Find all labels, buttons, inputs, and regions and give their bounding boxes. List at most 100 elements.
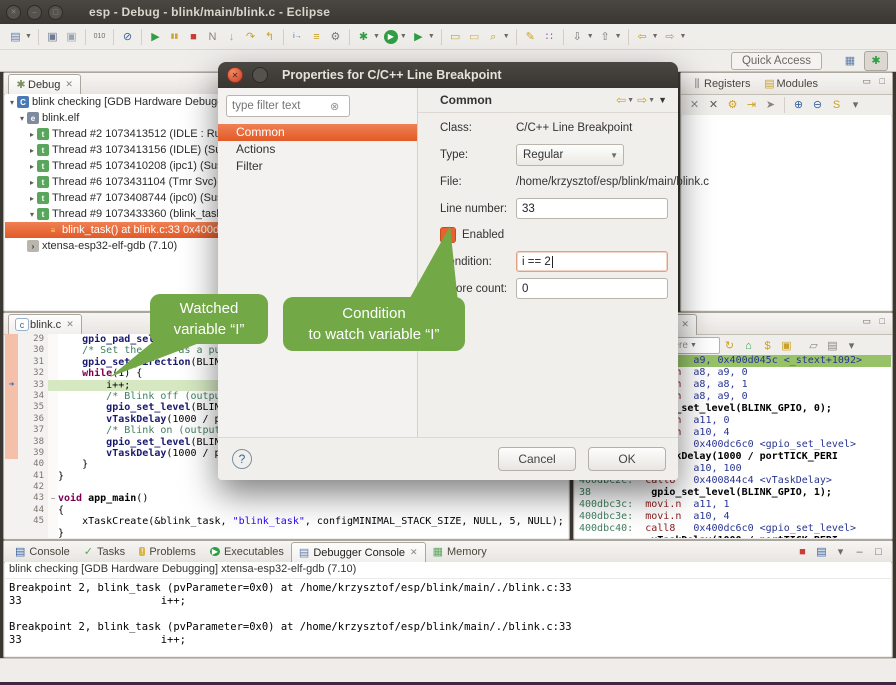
tab-registers[interactable]: ⫼ Registers: [685, 74, 757, 94]
enabled-checkbox[interactable]: ✓: [440, 227, 456, 243]
ignore-count-input[interactable]: 0: [516, 278, 668, 299]
debug-tree-item[interactable]: ▸tThread #6 1073431104 (Tmr Svc) (Suspen…: [5, 174, 220, 190]
register-groups-icon[interactable]: ⚙: [724, 97, 741, 113]
dialog-close-button[interactable]: ✕: [227, 67, 243, 83]
debug-icon[interactable]: ✱: [355, 29, 372, 45]
filter-input[interactable]: [227, 99, 330, 113]
pin-editor-icon[interactable]: ∷: [541, 29, 558, 45]
import-registers-icon[interactable]: ⇥: [743, 97, 760, 113]
debug-tree-item[interactable]: ▸tThread #7 1073408744 (ipc0) (Suspended…: [5, 190, 220, 206]
disconnect-icon[interactable]: N: [204, 29, 221, 45]
add-group-icon[interactable]: ⊕: [790, 97, 807, 113]
minimize-icon[interactable]: –: [851, 544, 868, 560]
help-button[interactable]: ?: [232, 449, 252, 469]
debug-tree-item[interactable]: ▸tThread #3 1073413156 (IDLE) (Suspended…: [5, 142, 220, 158]
remove-all-icon[interactable]: ✕: [705, 97, 722, 113]
open-element-icon[interactable]: ▭: [447, 29, 464, 45]
forward-icon[interactable]: ⇨: [637, 93, 648, 107]
forward-icon-dropdown[interactable]: ▼: [680, 33, 687, 40]
remove-group-icon[interactable]: ⊖: [809, 97, 826, 113]
window-maximize-button[interactable]: ▢: [48, 5, 63, 20]
expander-icon[interactable]: ▾: [17, 114, 27, 123]
previous-annotation-icon[interactable]: ⇧: [597, 29, 614, 45]
debug-perspective-icon[interactable]: ✱: [864, 51, 888, 71]
debug-tree-item[interactable]: ▾tThread #9 1073433360 (blink_task : Sus…: [5, 206, 220, 222]
mark-occurrences-icon[interactable]: ✎: [522, 29, 539, 45]
display-console-icon[interactable]: ▤: [813, 544, 830, 560]
tab-debugger-console[interactable]: ▤Debugger Console✕: [291, 542, 426, 563]
step-over-icon[interactable]: ↷: [242, 29, 259, 45]
close-tab-icon[interactable]: ✕: [681, 319, 689, 330]
console-output[interactable]: Breakpoint 2, blink_task (pvParameter=0x…: [5, 579, 891, 647]
console-dd-icon[interactable]: ▾: [832, 544, 849, 560]
back-dropdown-icon[interactable]: ▼: [627, 97, 635, 104]
expander-icon[interactable]: ▾: [27, 210, 37, 219]
debug-tree-item[interactable]: ▾eblink.elf: [5, 110, 220, 126]
close-tab-icon[interactable]: ✕: [410, 547, 418, 558]
minimize-maximize-icons[interactable]: ▭ □: [863, 316, 888, 327]
dialog-minimize-button[interactable]: [252, 67, 268, 83]
select-icon[interactable]: ➤: [762, 97, 779, 113]
ok-button[interactable]: OK: [588, 447, 666, 471]
type-select[interactable]: Regular ▼: [516, 144, 624, 166]
expander-icon[interactable]: ▸: [27, 162, 37, 171]
debug-tree-item[interactable]: ▸tThread #5 1073410208 (ipc1) (Suspended…: [5, 158, 220, 174]
view-menu-icon[interactable]: ▼: [658, 95, 668, 105]
next-annotation-icon[interactable]: ⇩: [569, 29, 586, 45]
forward-icon[interactable]: ⇨: [662, 29, 679, 45]
back-icon[interactable]: ⇦: [616, 93, 627, 107]
quick-access-button[interactable]: Quick Access: [731, 52, 822, 70]
forward-dropdown-icon[interactable]: ▼: [648, 97, 656, 104]
open-perspective-icon[interactable]: ▦: [839, 52, 861, 70]
new-wizard-icon[interactable]: ▤: [7, 29, 24, 45]
run-icon-dropdown[interactable]: ▼: [400, 33, 407, 40]
window-minimize-button[interactable]: –: [27, 5, 42, 20]
search-icon-dropdown[interactable]: ▼: [503, 33, 510, 40]
external-tools-icon[interactable]: ▶: [410, 29, 427, 45]
dialog-nav-common[interactable]: Common: [218, 124, 417, 141]
fold-icon[interactable]: −: [48, 493, 58, 504]
save-icon[interactable]: ▣: [44, 29, 61, 45]
terminate-icon[interactable]: ■: [185, 29, 202, 45]
cancel-button[interactable]: Cancel: [498, 447, 576, 471]
step-return-icon[interactable]: ↰: [261, 29, 278, 45]
new-wizard-icon-dropdown[interactable]: ▼: [25, 33, 32, 40]
previous-annotation-icon-dropdown[interactable]: ▼: [615, 33, 622, 40]
search-icon[interactable]: ⌕: [485, 29, 502, 45]
run-icon[interactable]: ▶: [384, 30, 398, 44]
tab-memory[interactable]: ▦Memory: [426, 542, 494, 562]
restore-groups-icon[interactable]: S: [828, 97, 845, 113]
breakpoint-pointer-icon[interactable]: ➜: [5, 380, 18, 391]
clear-filter-icon[interactable]: ⊗: [330, 100, 339, 113]
debug-tree-item[interactable]: ›xtensa-esp32-elf-gdb (7.10): [5, 238, 220, 254]
step-filters-icon[interactable]: ⚙: [327, 29, 344, 45]
view-menu-icon[interactable]: ▾: [843, 338, 860, 354]
drop-to-frame-icon[interactable]: ≡: [308, 29, 325, 45]
pin-view-icon[interactable]: ▤: [824, 338, 841, 354]
refresh-icon[interactable]: ↻: [721, 338, 738, 354]
next-annotation-icon-dropdown[interactable]: ▼: [587, 33, 594, 40]
debug-tree-item[interactable]: ≡blink_task() at blink.c:33 0x400dbc19: [5, 222, 220, 238]
terminate-console-icon[interactable]: ■: [794, 544, 811, 560]
dialog-nav-actions[interactable]: Actions: [218, 141, 417, 158]
back-icon[interactable]: ⇦: [634, 29, 651, 45]
expander-icon[interactable]: ▸: [27, 178, 37, 187]
condition-input[interactable]: i == 2: [516, 251, 668, 272]
close-tab-icon[interactable]: ✕: [66, 319, 74, 330]
expander-icon[interactable]: ▸: [27, 130, 37, 139]
home-icon[interactable]: ⌂: [740, 338, 757, 354]
line-number-input[interactable]: 33: [516, 198, 668, 219]
minimize-maximize-icons[interactable]: ▭ □: [863, 76, 888, 87]
new-view-icon[interactable]: ▱: [805, 338, 822, 354]
debug-tree-item[interactable]: ▾Cblink checking [GDB Hardware Debugging…: [5, 94, 220, 110]
expander-icon[interactable]: ▸: [27, 146, 37, 155]
suspend-icon[interactable]: ▮▮: [166, 29, 183, 45]
back-icon-dropdown[interactable]: ▼: [652, 33, 659, 40]
resume-icon[interactable]: ▶: [147, 29, 164, 45]
view-menu-icon[interactable]: ▾: [847, 97, 864, 113]
expander-icon[interactable]: ▸: [27, 194, 37, 203]
dialog-nav-filter[interactable]: Filter: [218, 158, 417, 175]
tab-modules[interactable]: ▤ Modules: [757, 74, 825, 94]
tab-console[interactable]: ▤Console: [8, 542, 77, 562]
tab-tasks[interactable]: ✓Tasks: [77, 542, 132, 562]
